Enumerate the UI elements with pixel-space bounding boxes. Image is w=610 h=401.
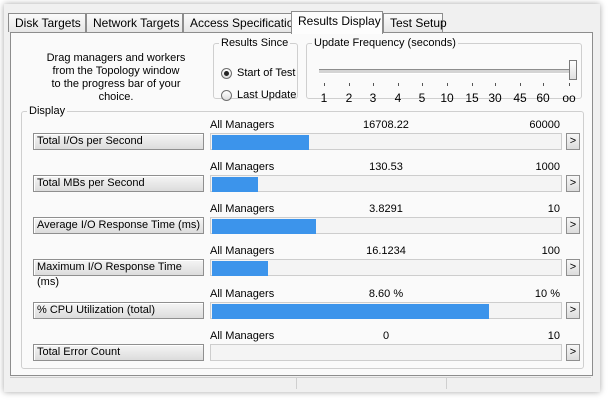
progress-bar-fill — [212, 135, 309, 150]
metric-value: 130.53 — [369, 161, 403, 173]
manager-label: All Managers — [210, 203, 275, 215]
radio-label: Start of Test — [237, 67, 296, 79]
radio-button-checked[interactable] — [221, 67, 232, 79]
metric-value: 16.1234 — [366, 245, 406, 257]
update-frequency-group: Update Frequency (seconds) 1 2 3 4 5 10 15 30 45… — [306, 37, 582, 105]
progress-bar — [210, 175, 562, 192]
tab-network-targets[interactable]: Network Targets — [86, 13, 183, 32]
frequency-tick-label: 60 — [536, 91, 550, 105]
frequency-tick-label: 10 — [440, 91, 454, 105]
progress-bar-fill — [212, 219, 316, 234]
radio-last-update[interactable]: Last Update — [221, 88, 296, 102]
frequency-tick-mark — [569, 83, 570, 86]
frequency-tick-label: 5 — [418, 91, 426, 105]
metric-max: 10 — [547, 330, 560, 342]
progress-bar-fill — [212, 177, 258, 192]
instructions-line: Drag managers and workers — [46, 52, 186, 64]
radio-button[interactable] — [221, 89, 232, 101]
frequency-tick-mark — [398, 83, 399, 86]
frequency-tick-mark — [373, 83, 374, 86]
metric-value: 3.8291 — [369, 203, 403, 215]
metric-max: 10 — [547, 203, 560, 215]
results-since-title: Results Since — [221, 37, 289, 49]
progress-bar — [210, 344, 562, 361]
metric-select-button[interactable]: Total I/Os per Second — [33, 133, 204, 150]
metric-value: 8.60 % — [368, 288, 404, 300]
instructions-line: from the Topology window — [52, 65, 180, 77]
manager-label: All Managers — [210, 119, 275, 131]
results-since-group: Results Since Start of Test Last Update — [213, 37, 298, 102]
expand-arrow-button[interactable]: > — [566, 302, 580, 319]
expand-arrow-button[interactable]: > — [566, 259, 580, 276]
frequency-tick-label: 15 — [465, 91, 479, 105]
expand-arrow-button[interactable]: > — [566, 217, 580, 234]
progress-bar-fill — [212, 261, 268, 276]
metric-select-button[interactable]: Total MBs per Second — [33, 175, 204, 192]
status-strip — [10, 377, 591, 389]
frequency-tick-mark — [495, 83, 496, 86]
metric-select-button[interactable]: % CPU Utilization (total) — [33, 302, 204, 319]
drag-instructions: Drag managers and workers from the Topol… — [34, 52, 198, 104]
manager-label: All Managers — [210, 330, 275, 342]
frequency-tick-mark — [349, 83, 350, 86]
frequency-tick-label: oo — [562, 91, 576, 105]
metric-value: 16708.22 — [363, 119, 409, 131]
frequency-tick-mark — [472, 83, 473, 86]
tab-access-specifications[interactable]: Access Specifications — [183, 13, 306, 32]
progress-bar-fill — [212, 304, 489, 319]
metric-select-button[interactable]: Total Error Count — [33, 344, 204, 361]
update-frequency-title: Update Frequency (seconds) — [314, 37, 456, 49]
metric-max: 100 — [541, 245, 560, 257]
manager-label: All Managers — [210, 161, 275, 173]
frequency-tick-label: 2 — [345, 91, 353, 105]
frequency-tick-mark — [447, 83, 448, 86]
metric-value: 0 — [382, 330, 390, 342]
frequency-tick-mark — [543, 83, 544, 86]
progress-bar — [210, 217, 562, 234]
frequency-slider-track[interactable] — [319, 69, 577, 74]
frequency-slider-thumb[interactable] — [569, 60, 577, 80]
metric-select-button[interactable]: Average I/O Response Time (ms) — [33, 217, 204, 234]
frequency-tick-label: 1 — [320, 91, 328, 105]
display-title: Display — [29, 105, 66, 117]
manager-label: All Managers — [210, 288, 275, 300]
manager-label: All Managers — [210, 245, 275, 257]
expand-arrow-button[interactable]: > — [566, 344, 580, 361]
frequency-tick-label: 3 — [369, 91, 377, 105]
tab-disk-targets[interactable]: Disk Targets — [8, 13, 86, 32]
progress-bar — [210, 259, 562, 276]
radio-start-of-test[interactable]: Start of Test — [221, 66, 296, 80]
metric-max: 1000 — [535, 161, 560, 173]
metric-select-button[interactable]: Maximum I/O Response Time (ms) — [33, 259, 204, 288]
expand-arrow-button[interactable]: > — [566, 133, 580, 150]
radio-label: Last Update — [237, 89, 297, 101]
progress-bar — [210, 133, 562, 150]
tab-results-display[interactable]: Results Display — [291, 11, 383, 34]
frequency-tick-label: 30 — [488, 91, 502, 105]
metric-max: 60000 — [529, 119, 560, 131]
metric-max: 10 % — [534, 288, 560, 300]
frequency-tick-label: 4 — [394, 91, 402, 105]
instructions-line: to the progress bar of your choice. — [51, 78, 181, 103]
frequency-tick-mark — [520, 83, 521, 86]
frequency-tick-mark — [324, 83, 325, 86]
progress-bar — [210, 302, 562, 319]
frequency-tick-label: 45 — [513, 91, 527, 105]
expand-arrow-button[interactable]: > — [566, 175, 580, 192]
frequency-tick-mark — [422, 83, 423, 86]
tab-test-setup[interactable]: Test Setup — [383, 13, 447, 32]
